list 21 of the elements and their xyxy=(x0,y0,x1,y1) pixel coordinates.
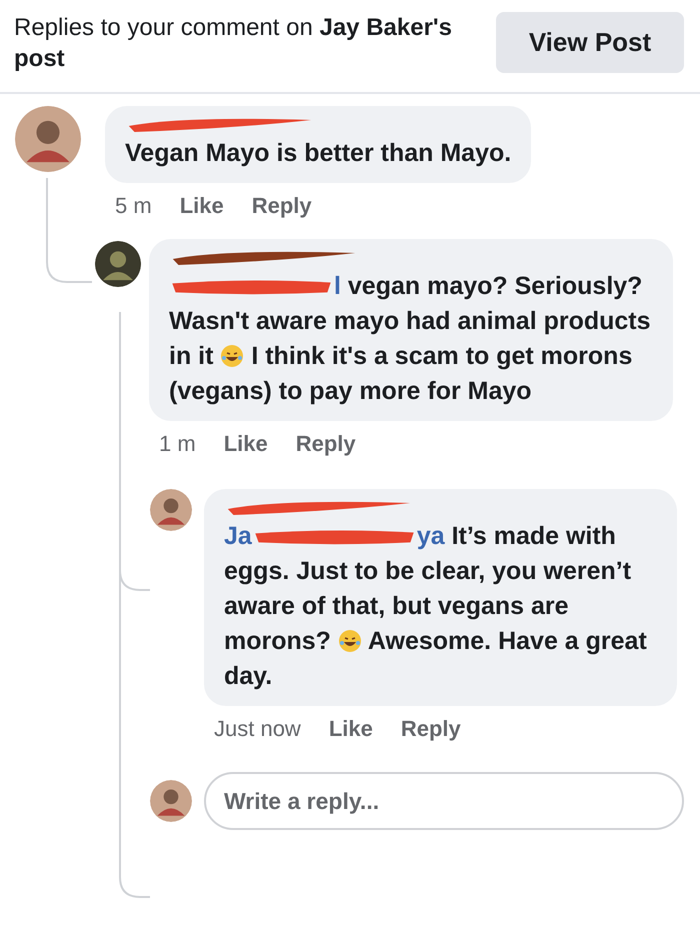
reply-link[interactable]: Reply xyxy=(296,431,356,457)
comment-time: 1 m xyxy=(159,431,196,457)
notification-title: Replies to your comment on Jay Baker's post xyxy=(14,13,453,74)
comment-text: Ja ya It’s made with eggs. Just to be clear, you weren’t aware of that, but vegans are morons? Awesome. Have a great day. xyxy=(224,521,648,692)
reply-link[interactable]: Reply xyxy=(252,193,312,219)
reply-input-field[interactable]: Write a reply... xyxy=(204,772,684,830)
avatar[interactable] xyxy=(95,241,141,287)
like-link[interactable]: Like xyxy=(224,431,268,457)
like-link[interactable]: Like xyxy=(328,716,373,742)
like-link[interactable]: Like xyxy=(180,193,224,219)
view-post-button[interactable]: View Post xyxy=(496,12,684,73)
laughing-emoji-icon xyxy=(220,344,244,368)
avatar[interactable] xyxy=(150,489,192,531)
comment-text: l vegan mayo? Seriously? Wasn't aware mayo had animal products in it I think it's a scam to get morons (vegans) to pay more for Mayo xyxy=(169,271,652,407)
comment-text: Vegan Mayo is better than Mayo. xyxy=(125,138,512,169)
laughing-emoji-icon xyxy=(338,629,362,653)
comment-time: Just now xyxy=(214,716,301,742)
avatar[interactable] xyxy=(150,780,192,822)
avatar[interactable] xyxy=(15,106,81,172)
reply-link[interactable]: Reply xyxy=(400,716,461,742)
comment-time: 5 m xyxy=(115,193,152,219)
